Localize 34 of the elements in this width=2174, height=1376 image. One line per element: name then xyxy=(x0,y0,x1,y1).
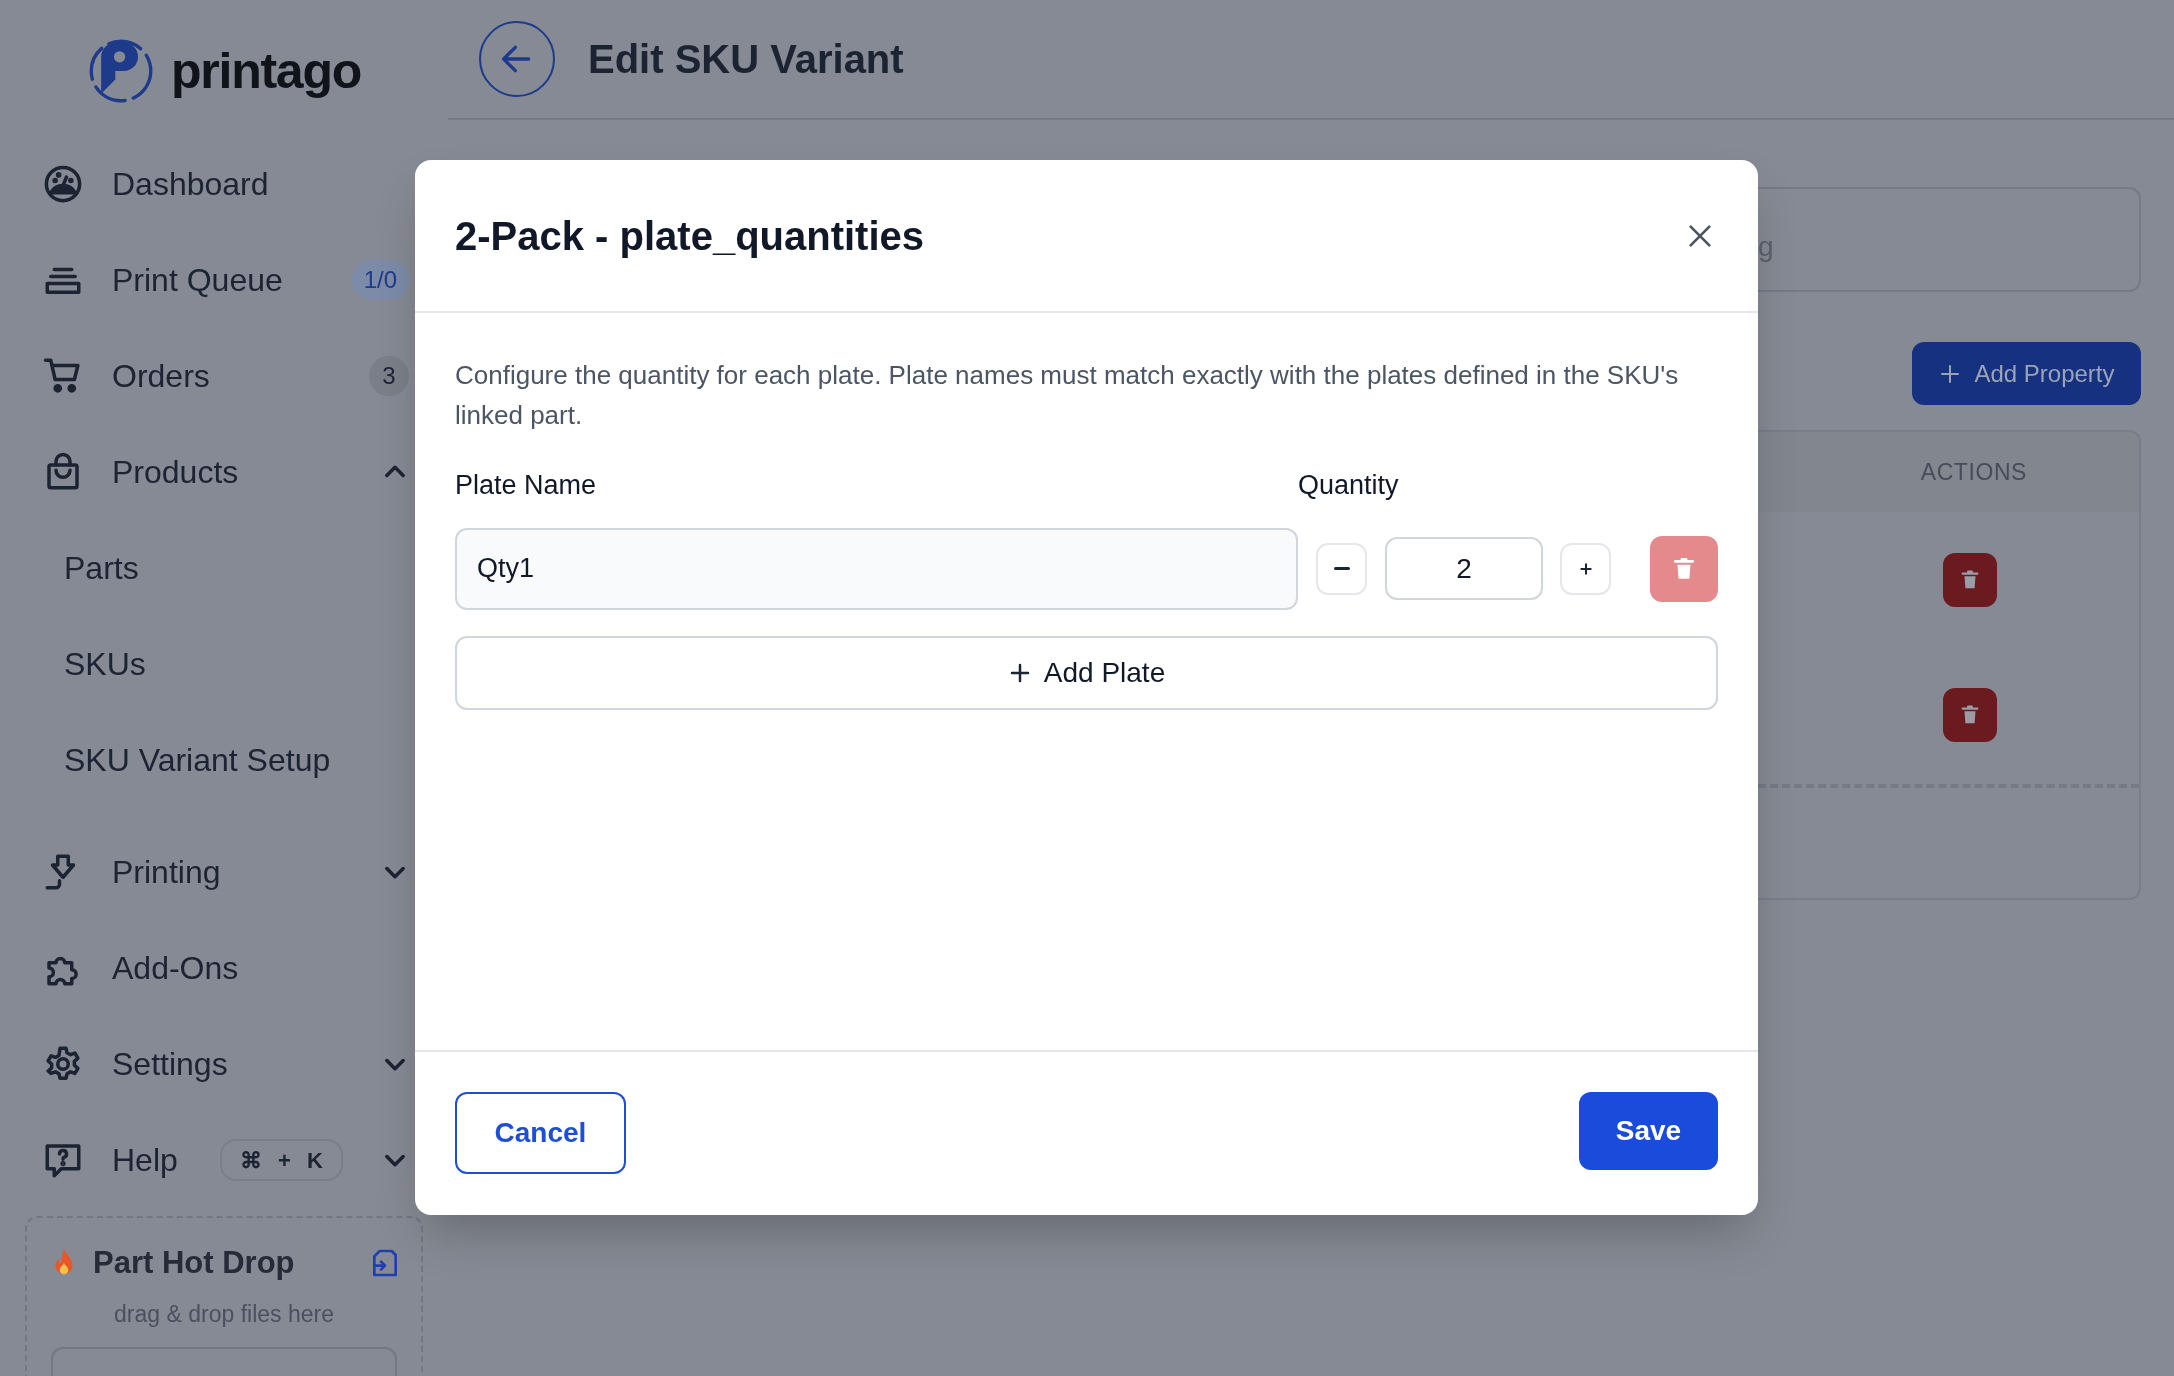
add-plate-button[interactable]: Add Plate xyxy=(455,635,1718,710)
sidebar-item[interactable]: Add-Ons xyxy=(0,920,448,1016)
minus-icon xyxy=(1333,567,1350,570)
quantity-field[interactable]: 2 xyxy=(1385,537,1543,600)
dialog-description: Configure the quantity for each plate. Plate names must match exactly with the plates defined in the SKU's linked part. xyxy=(455,359,1680,432)
delete-button[interactable] xyxy=(1650,535,1718,602)
shortcut-key: ⌘ + K xyxy=(219,1139,343,1181)
dialog-title: 2-Pack - plate_quantities xyxy=(455,212,925,260)
add-property-button[interactable]: Add Property xyxy=(1912,342,2141,405)
sidebar-item[interactable]: Print Queue 1/0 xyxy=(0,232,448,328)
sidebar-item[interactable]: Products xyxy=(0,424,448,520)
badge: 3 xyxy=(369,356,409,396)
sidebar-item[interactable]: Settings xyxy=(0,1016,448,1112)
delete-button[interactable] xyxy=(1943,687,1997,742)
cancel-button[interactable]: Cancel xyxy=(455,1092,626,1174)
column-label: Plate Name xyxy=(455,469,598,502)
back-button[interactable] xyxy=(479,21,555,97)
sidebar-item[interactable]: Help ⌘ + K xyxy=(0,1112,448,1208)
save-button[interactable]: Save xyxy=(1579,1092,1718,1170)
sidebar-item[interactable]: Dashboard xyxy=(0,136,448,232)
delete-button[interactable] xyxy=(1943,552,1997,607)
logo-text: printago xyxy=(171,41,361,101)
drop-zone-hint: drag & drop files here xyxy=(113,1299,335,1329)
drop-zone[interactable]: Part Hot Drop drag & drop files here xyxy=(25,1216,423,1376)
badge: 1/0 xyxy=(351,260,409,300)
sidebar-item[interactable]: Printing xyxy=(0,824,448,920)
page-title: Edit SKU Variant xyxy=(588,36,904,83)
plus-icon xyxy=(1577,560,1594,577)
plate-name-field[interactable]: Qty1 xyxy=(455,527,1298,610)
sidebar-item[interactable]: Orders 3 xyxy=(0,328,448,424)
column-header: ACTIONS xyxy=(1920,457,2027,487)
column-label: Quantity xyxy=(1298,469,1399,502)
drop-zone-title: Part Hot Drop xyxy=(93,1244,295,1282)
gauge-icon xyxy=(42,163,84,205)
